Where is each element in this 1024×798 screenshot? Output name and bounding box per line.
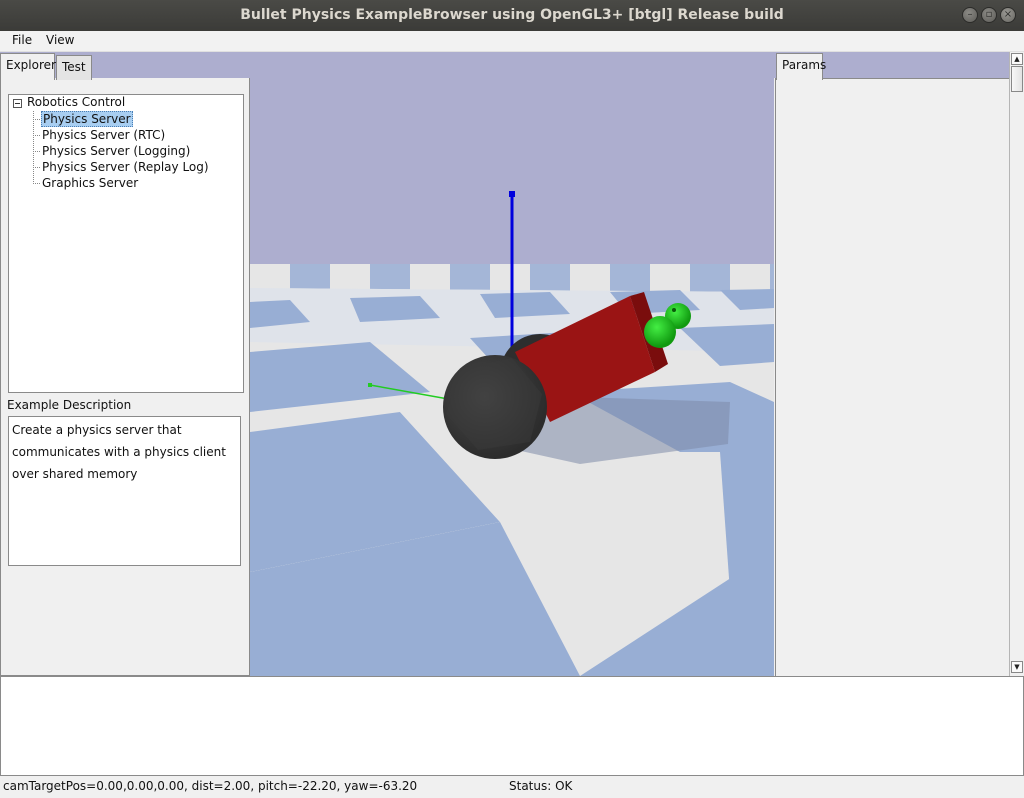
robot-head: [644, 316, 676, 348]
status-text: Status: OK: [509, 779, 573, 793]
tree-connector: [33, 111, 34, 184]
description-box: Create a physics server that communicate…: [8, 416, 241, 566]
menu-view[interactable]: View: [46, 33, 74, 47]
z-axis-marker: [509, 191, 515, 197]
x-axis-marker: [368, 383, 372, 387]
description-line: Create a physics server that: [12, 423, 182, 437]
window-title: Bullet Physics ExampleBrowser using Open…: [240, 7, 784, 23]
3d-viewport[interactable]: [250, 52, 774, 676]
tab-params[interactable]: Params: [776, 53, 826, 80]
collapse-icon[interactable]: [13, 99, 22, 108]
menu-file[interactable]: File: [12, 33, 32, 47]
tab-explorer[interactable]: Explorer: [0, 53, 56, 80]
maximize-button[interactable]: ▫: [981, 7, 997, 23]
scroll-thumb[interactable]: [1011, 66, 1023, 92]
description-heading: Example Description: [7, 398, 132, 412]
description-line: over shared memory: [12, 467, 138, 481]
params-panel: [775, 78, 1009, 676]
scroll-up-icon[interactable]: ▲: [1011, 53, 1023, 65]
minimize-button[interactable]: –: [962, 7, 978, 23]
tree-root-robotics-control[interactable]: Robotics Control: [27, 95, 125, 109]
title-bar: Bullet Physics ExampleBrowser using Open…: [0, 0, 1024, 31]
example-tree: Robotics Control Physics Server Physics …: [8, 94, 244, 393]
tree-item-label: Physics Server (Replay Log): [42, 160, 209, 174]
description-line: communicates with a physics client: [12, 445, 226, 459]
tab-test[interactable]: Test: [56, 55, 92, 80]
tree-item-label: Physics Server: [41, 111, 133, 127]
console-output[interactable]: [0, 676, 1024, 776]
close-button[interactable]: ×: [1000, 7, 1016, 23]
tree-item-label: Physics Server (Logging): [42, 144, 191, 158]
status-bar: camTargetPos=0.00,0.00,0.00, dist=2.00, …: [0, 776, 1024, 798]
scroll-down-icon[interactable]: ▼: [1011, 661, 1023, 673]
scene-render: [250, 52, 774, 676]
params-scrollbar[interactable]: ▲ ▼: [1009, 52, 1024, 676]
menu-bar: File View: [0, 31, 1024, 52]
tree-item-label: Physics Server (RTC): [42, 128, 166, 142]
camera-status: camTargetPos=0.00,0.00,0.00, dist=2.00, …: [3, 779, 418, 793]
tree-item-label: Graphics Server: [42, 176, 139, 190]
